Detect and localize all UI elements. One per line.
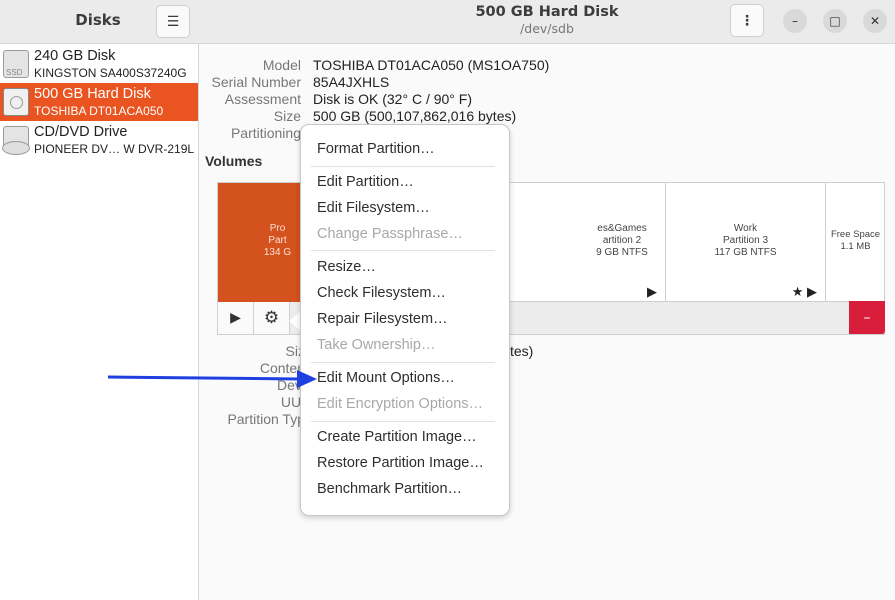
menu-item-check-filesystem[interactable]: Check Filesystem… [306,281,504,305]
menu-separator [311,250,495,251]
menu-item-create-partition-image[interactable]: Create Partition Image… [306,425,504,449]
sidebar-header: Disks ☰ [0,0,199,44]
serial-label: Serial Number [211,74,301,90]
ssd-icon: SSD [3,50,29,78]
menu-item-edit-partition[interactable]: Edit Partition… [306,170,504,194]
more-vertical-icon: ⋮ [740,12,754,29]
hdd-icon [3,88,29,116]
disks-window: Disks ☰ SSD 240 GB Disk KINGSTON SA400S3… [0,0,895,600]
menu-item-change-passphrase[interactable]: Change Passphrase… [306,222,504,246]
minus-icon: – [863,309,871,326]
detail-size-value: tes) [510,343,534,359]
menu-item-benchmark-partition[interactable]: Benchmark Partition… [306,477,504,501]
header-bar: 500 GB Hard Disk /dev/sdb ⋮ – □ ✕ [199,0,895,44]
partition-size: 117 GB NTFS [714,247,777,258]
close-button[interactable]: ✕ [863,9,887,33]
play-icon: ▶ [230,310,241,326]
disk-model: PIONEER DV… W DVR-219L [34,142,195,156]
menu-item-resize[interactable]: Resize… [306,255,504,279]
partition-context-menu: Format Partition… Edit Partition… Edit F… [300,124,510,516]
disk-item-500gb[interactable]: 500 GB Hard Disk TOSHIBA DT01ACA050 [0,83,198,121]
menu-item-edit-encryption-options[interactable]: Edit Encryption Options… [306,392,504,416]
disk-item-cd-dvd[interactable]: CD/DVD Drive PIONEER DV… W DVR-219L [0,121,198,159]
assessment-value: Disk is OK (32° C / 90° F) [313,91,473,107]
optical-drive-icon [2,126,30,155]
assessment-label: Assessment [224,91,301,107]
menu-item-take-ownership[interactable]: Take Ownership… [306,333,504,357]
drive-options-button[interactable]: ⋮ [730,4,764,37]
partition-label: Work [733,223,758,234]
free-space-size: 1.1 MB [840,241,871,252]
partition-options-button[interactable]: ⚙ [254,302,290,334]
menu-separator [311,362,495,363]
maximize-button[interactable]: □ [823,9,847,33]
gear-icon: ⚙ [263,308,280,328]
volumes-title: Volumes [205,153,263,169]
mount-indicator: ★ ▶ [791,284,817,299]
delete-partition-button[interactable]: – [849,301,885,334]
play-icon: ▶ [647,284,657,299]
menu-item-edit-mount-options[interactable]: Edit Mount Options… [306,366,504,390]
disk-name: CD/DVD Drive [34,124,128,140]
close-icon: ✕ [869,14,881,28]
disk-name: 500 GB Hard Disk [34,86,151,102]
maximize-icon: □ [829,14,841,28]
play-icon: ▶ [807,284,817,299]
sidebar: Disks ☰ SSD 240 GB Disk KINGSTON SA400S3… [0,0,199,600]
disk-item-240gb[interactable]: SSD 240 GB Disk KINGSTON SA400S37240G [0,45,198,83]
model-value: TOSHIBA DT01ACA050 (MS1OA750) [313,57,550,73]
size-label: Size [273,108,301,124]
mount-button[interactable]: ▶ [218,302,254,334]
menu-item-restore-partition-image[interactable]: Restore Partition Image… [306,451,504,475]
hamburger-icon: ☰ [166,13,180,30]
menu-item-repair-filesystem[interactable]: Repair Filesystem… [306,307,504,331]
detail-partition-type-label: Partition Typ [227,411,305,427]
model-label: Model [262,57,301,73]
menu-separator [311,421,495,422]
menu-item-format-partition[interactable]: Format Partition… [306,137,504,161]
minimize-button[interactable]: – [783,9,807,33]
minimize-icon: – [792,14,798,28]
disk-name: 240 GB Disk [34,48,116,64]
annotation-arrow-icon [107,370,317,388]
disk-model: TOSHIBA DT01ACA050 [34,104,164,118]
menu-item-edit-filesystem[interactable]: Edit Filesystem… [306,196,504,220]
menu-separator [311,166,495,167]
size-value: 500 GB (500,107,862,016 bytes) [313,108,517,124]
free-space-label: Free Space [830,229,881,240]
partitioning-label: Partitioning [230,125,301,141]
star-icon: ★ [791,284,804,299]
free-space[interactable]: Free Space 1.1 MB [826,183,885,302]
serial-value: 85A4JXHLS [313,74,390,90]
partition-number: Partition 3 [722,235,769,246]
disk-model: KINGSTON SA400S37240G [34,66,187,80]
detail-uuid-label: UUI [280,394,305,410]
mount-indicator: ▶ [647,284,657,299]
partition-3[interactable]: Work Partition 3 117 GB NTFS ★ ▶ [666,183,826,302]
detail-size-label: Siz [285,343,305,359]
menu-button[interactable]: ☰ [156,5,190,38]
